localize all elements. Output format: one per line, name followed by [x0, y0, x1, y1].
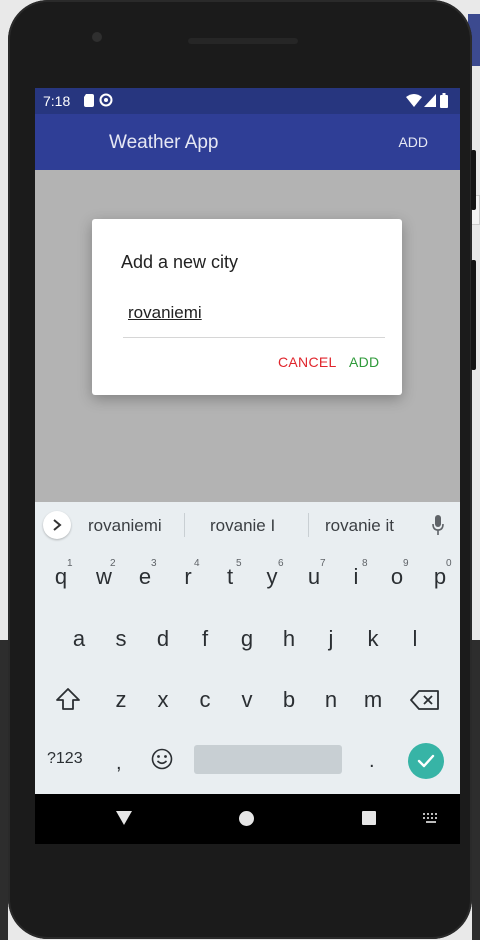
- dialog-title: Add a new city: [121, 252, 239, 272]
- key-n[interactable]: n: [321, 687, 341, 713]
- suggestion-1[interactable]: rovaniemi: [88, 516, 162, 536]
- space-bar[interactable]: [194, 745, 342, 774]
- suggestion-2[interactable]: rovanie I: [210, 516, 275, 536]
- earpiece-speaker: [188, 38, 298, 44]
- key-v[interactable]: v: [237, 687, 257, 713]
- shift-icon[interactable]: [55, 687, 81, 711]
- suggestion-divider: [308, 513, 309, 537]
- key-j[interactable]: j: [321, 626, 341, 652]
- suggestion-strip: rovaniemi rovanie I rovanie it: [35, 502, 460, 548]
- recents-square-icon[interactable]: [362, 811, 376, 825]
- key-number-hint: 9: [403, 558, 409, 569]
- key-number-hint: 8: [362, 558, 368, 569]
- suggestion-3[interactable]: rovanie it: [325, 516, 394, 536]
- key-k[interactable]: k: [363, 626, 383, 652]
- add-city-dialog: Add a new city CANCEL ADD: [92, 219, 402, 395]
- enter-key[interactable]: [408, 743, 444, 779]
- background-panel-right: [472, 640, 480, 940]
- power-button[interactable]: [471, 150, 476, 210]
- key-c[interactable]: c: [195, 687, 215, 713]
- key-a[interactable]: a: [69, 626, 89, 652]
- app-toolbar: Weather App ADD: [35, 114, 460, 170]
- app-title: Weather App: [109, 132, 219, 153]
- key-f[interactable]: f: [195, 626, 215, 652]
- navigation-bar: [35, 794, 460, 844]
- home-circle-icon[interactable]: [239, 811, 254, 826]
- backspace-icon[interactable]: [410, 690, 440, 710]
- key-m[interactable]: m: [363, 687, 383, 713]
- key-number-hint: 2: [110, 558, 116, 569]
- back-triangle-icon[interactable]: [116, 811, 132, 825]
- wifi-icon: [406, 94, 422, 107]
- key-g[interactable]: g: [237, 626, 257, 652]
- data-saver-icon: [99, 93, 113, 107]
- phone-device: 7:18 Weather App ADD Add a new city rova…: [8, 0, 476, 939]
- status-time: 7:18: [43, 93, 71, 109]
- chevron-right-icon[interactable]: [43, 511, 71, 539]
- cancel-button[interactable]: CANCEL: [278, 354, 337, 370]
- key-b[interactable]: b: [279, 687, 299, 713]
- key-h[interactable]: h: [279, 626, 299, 652]
- mic-icon[interactable]: [432, 515, 444, 535]
- front-camera: [92, 32, 102, 42]
- soft-keyboard: rovaniemi rovanie I rovanie it q1w2e3r4t…: [35, 502, 460, 794]
- keyboard-switch-icon[interactable]: [423, 813, 439, 825]
- sim-card-icon: [84, 94, 94, 107]
- signal-icon: [424, 94, 436, 107]
- symbols-key[interactable]: ?123: [47, 750, 83, 768]
- status-bar: 7:18: [35, 88, 460, 114]
- background-panel-left: [0, 640, 8, 940]
- phone-screen: 7:18 Weather App ADD Add a new city rova…: [35, 88, 460, 844]
- key-d[interactable]: d: [153, 626, 173, 652]
- key-number-hint: 0: [446, 558, 452, 569]
- volume-rocker[interactable]: [471, 260, 476, 370]
- key-number-hint: 7: [320, 558, 326, 569]
- add-button[interactable]: ADD: [349, 354, 379, 370]
- key-s[interactable]: s: [111, 626, 131, 652]
- comma-key[interactable]: ,: [116, 752, 122, 775]
- suggestion-divider: [184, 513, 185, 537]
- input-underline: [123, 337, 385, 338]
- toolbar-add-button[interactable]: ADD: [398, 134, 428, 150]
- key-number-hint: 3: [151, 558, 157, 569]
- key-number-hint: 5: [236, 558, 242, 569]
- key-number-hint: 6: [278, 558, 284, 569]
- battery-icon: [440, 93, 448, 108]
- key-l[interactable]: l: [405, 626, 425, 652]
- key-number-hint: 1: [67, 558, 73, 569]
- check-icon: [417, 754, 435, 768]
- key-number-hint: 4: [194, 558, 200, 569]
- period-key[interactable]: .: [369, 750, 375, 773]
- emoji-icon[interactable]: [151, 748, 173, 770]
- city-name-input[interactable]: [128, 301, 378, 325]
- key-x[interactable]: x: [153, 687, 173, 713]
- key-z[interactable]: z: [111, 687, 131, 713]
